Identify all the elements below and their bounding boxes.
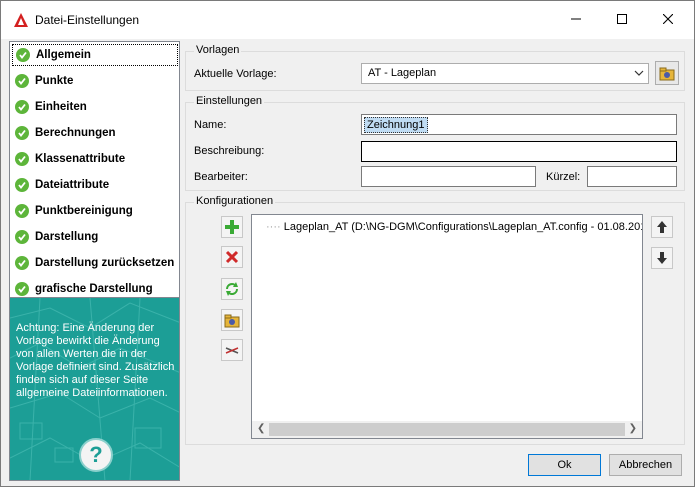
- nav-item-label: Klassenattribute: [35, 153, 126, 165]
- question-circle-icon[interactable]: ?: [79, 438, 113, 472]
- description-input[interactable]: [361, 141, 677, 162]
- nav-item-label: Darstellung: [35, 231, 99, 243]
- folder-gear-icon: [659, 67, 675, 81]
- config-list[interactable]: ···· Lageplan_AT (D:\NG-DGM\Configuratio…: [251, 214, 643, 439]
- nav-item-berechnungen[interactable]: Berechnungen: [12, 122, 178, 144]
- group-title-konfigurationen: Konfigurationen: [194, 195, 276, 207]
- check-circle-icon: [15, 74, 29, 88]
- nav-item-klassenattribute[interactable]: Klassenattribute: [12, 148, 178, 170]
- nav-item-punktbereinigung[interactable]: Punktbereinigung: [12, 200, 178, 222]
- nav-item-label: Punktbereinigung: [35, 205, 133, 217]
- name-input[interactable]: Zeichnung1: [361, 114, 677, 135]
- nav-item-einheiten[interactable]: Einheiten: [12, 96, 178, 118]
- move-up-button[interactable]: [651, 216, 673, 238]
- nav-item-grafische-darstellung[interactable]: grafische Darstellung: [12, 278, 178, 300]
- scroll-right-icon[interactable]: ❯: [629, 423, 637, 434]
- maximize-icon: [617, 14, 627, 24]
- short-label: Kürzel:: [546, 171, 581, 183]
- short-input[interactable]: [587, 166, 677, 187]
- nav-item-dateiattribute[interactable]: Dateiattribute: [12, 174, 178, 196]
- nav-item-label: grafische Darstellung: [35, 283, 153, 295]
- nav-item-label: Darstellung zurücksetzen: [35, 257, 175, 269]
- check-circle-icon: [15, 126, 29, 140]
- tree-connector: ····: [266, 221, 281, 233]
- check-circle-icon: [15, 282, 29, 296]
- info-text: Achtung: Eine Änderung der Vorlage bewir…: [16, 322, 175, 399]
- template-select[interactable]: AT - Lageplan: [361, 63, 649, 84]
- current-template-label: Aktuelle Vorlage:: [194, 68, 277, 80]
- minimize-button[interactable]: [553, 1, 599, 37]
- nav-item-punkte[interactable]: Punkte: [12, 70, 178, 92]
- check-circle-icon: [15, 256, 29, 270]
- close-icon: [663, 14, 673, 24]
- refresh-icon: [226, 282, 238, 296]
- refresh-config-button[interactable]: [221, 278, 243, 300]
- group-title-vorlagen: Vorlagen: [194, 44, 242, 56]
- nav-item-label: Berechnungen: [35, 127, 116, 139]
- arrow-up-icon: [657, 221, 667, 233]
- ok-button[interactable]: Ok: [528, 454, 601, 476]
- window-title: Datei-Einstellungen: [35, 13, 140, 27]
- check-circle-icon: [16, 48, 30, 62]
- move-down-button[interactable]: [651, 247, 673, 269]
- cancel-button[interactable]: Abbrechen: [609, 454, 682, 476]
- check-circle-icon: [15, 100, 29, 114]
- settings-nav: Allgemein Punkte Einheiten Berechnungen …: [9, 41, 180, 298]
- open-config-button[interactable]: [221, 309, 243, 331]
- plus-icon: [225, 220, 239, 234]
- dialog-window: Datei-Einstellungen Allgemein Punkte Ein…: [0, 0, 695, 487]
- cut-config-button[interactable]: [221, 339, 243, 361]
- nav-item-label: Allgemein: [36, 49, 91, 61]
- name-input-value: Zeichnung1: [364, 117, 428, 133]
- minimize-icon: [571, 18, 581, 20]
- scrollbar-thumb[interactable]: [269, 423, 625, 436]
- scissors-icon: [225, 347, 239, 354]
- check-circle-icon: [15, 178, 29, 192]
- nav-item-label: Einheiten: [35, 101, 87, 113]
- check-circle-icon: [15, 204, 29, 218]
- nav-item-darstellung[interactable]: Darstellung: [12, 226, 178, 248]
- info-panel: Achtung: Eine Änderung der Vorlage bewir…: [9, 298, 180, 481]
- nav-item-label: Dateiattribute: [35, 179, 110, 191]
- description-label: Beschreibung:: [194, 145, 265, 157]
- add-config-button[interactable]: [221, 216, 243, 238]
- template-select-value: AT - Lageplan: [368, 67, 437, 79]
- editor-label: Bearbeiter:: [194, 171, 248, 183]
- delete-icon: [225, 250, 239, 264]
- scroll-left-icon[interactable]: ❮: [257, 423, 265, 434]
- chevron-down-icon: [634, 66, 644, 83]
- app-logo-icon: [13, 12, 29, 28]
- arrow-down-icon: [657, 252, 667, 264]
- maximize-button[interactable]: [599, 1, 645, 37]
- check-circle-icon: [15, 230, 29, 244]
- editor-input[interactable]: [361, 166, 536, 187]
- horizontal-scrollbar[interactable]: ❮ ❯: [252, 421, 642, 438]
- load-template-button[interactable]: [655, 61, 679, 85]
- nav-item-darstellung-zuruecksetzen[interactable]: Darstellung zurücksetzen: [12, 252, 178, 274]
- folder-gear-icon: [224, 314, 240, 328]
- group-title-einstellungen: Einstellungen: [194, 95, 265, 107]
- name-label: Name:: [194, 119, 227, 131]
- config-item-label: Lageplan_AT (D:\NG-DGM\Configurations\La…: [283, 221, 643, 233]
- list-item[interactable]: ···· Lageplan_AT (D:\NG-DGM\Configuratio…: [266, 221, 643, 233]
- nav-item-label: Punkte: [35, 75, 74, 87]
- nav-item-allgemein[interactable]: Allgemein: [12, 44, 178, 66]
- check-circle-icon: [15, 152, 29, 166]
- remove-config-button[interactable]: [221, 246, 243, 268]
- title-bar: Datei-Einstellungen: [1, 1, 694, 39]
- close-button[interactable]: [645, 1, 691, 37]
